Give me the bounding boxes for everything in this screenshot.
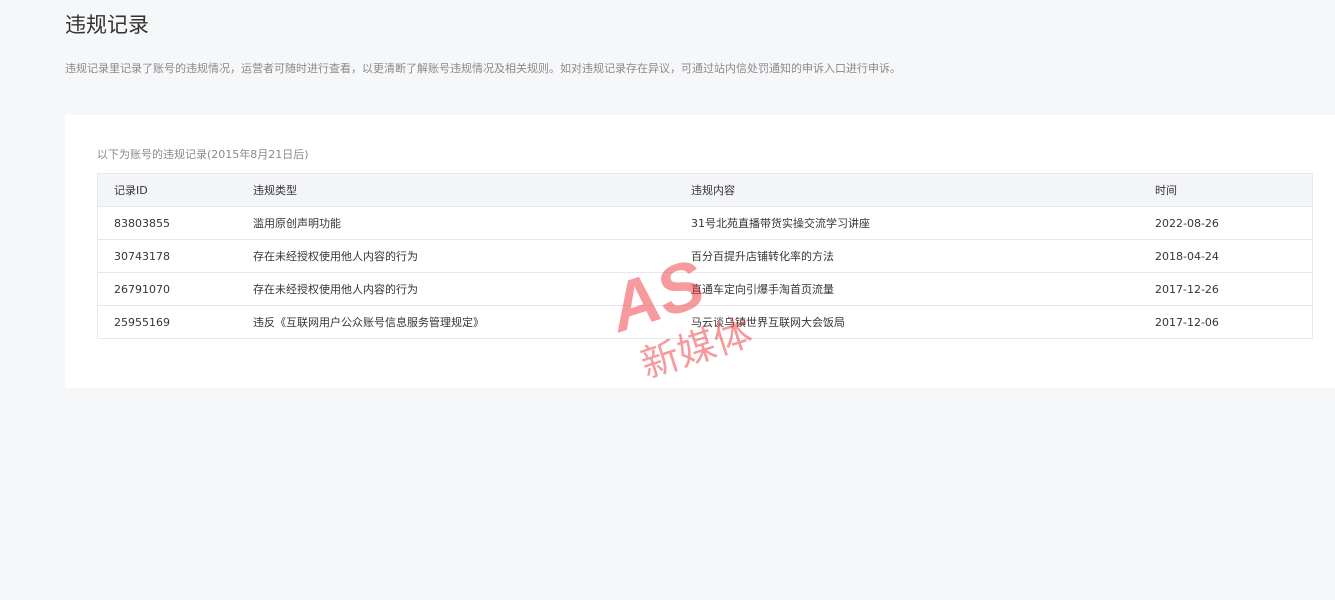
header-violation-content: 违规内容 — [691, 184, 735, 197]
record-id-cell: 25955169 — [114, 315, 170, 329]
record-id-cell: 83803855 — [114, 216, 170, 230]
time-cell: 2017-12-26 — [1155, 282, 1219, 296]
violation-type-cell: 存在未经授权使用他人内容的行为 — [253, 283, 418, 296]
page-title: 违规记录 — [65, 13, 149, 37]
header-violation-type: 违规类型 — [253, 184, 297, 197]
time-cell: 2022-08-26 — [1155, 216, 1219, 230]
record-id-cell: 30743178 — [114, 249, 170, 263]
table-row: 26791070 存在未经授权使用他人内容的行为 直通车定向引爆手淘首页流量 2… — [97, 272, 1313, 306]
table-row: 30743178 存在未经授权使用他人内容的行为 百分百提升店铺转化率的方法 2… — [97, 239, 1313, 273]
violation-records-table: 记录ID 违规类型 违规内容 时间 83803855 滥用原创声明功能 31号北… — [97, 173, 1313, 339]
header-time: 时间 — [1155, 184, 1177, 197]
violation-content-cell: 31号北苑直播带货实操交流学习讲座 — [691, 217, 870, 230]
violation-content-cell: 马云谈乌镇世界互联网大会饭局 — [691, 316, 845, 329]
table-row: 83803855 滥用原创声明功能 31号北苑直播带货实操交流学习讲座 2022… — [97, 206, 1313, 240]
header-record-id: 记录ID — [114, 184, 148, 197]
panel-caption: 以下为账号的违规记录(2015年8月21日后) — [97, 148, 309, 161]
table-header-row: 记录ID 违规类型 违规内容 时间 — [97, 173, 1313, 207]
time-cell: 2017-12-06 — [1155, 315, 1219, 329]
violation-records-panel: 以下为账号的违规记录(2015年8月21日后) 记录ID 违规类型 违规内容 时… — [65, 115, 1335, 388]
violation-type-cell: 存在未经授权使用他人内容的行为 — [253, 250, 418, 263]
page-description: 违规记录里记录了账号的违规情况，运营者可随时进行查看，以更清断了解账号违规情况及… — [65, 62, 901, 75]
violation-content-cell: 直通车定向引爆手淘首页流量 — [691, 283, 834, 296]
table-row: 25955169 违反《互联网用户公众账号信息服务管理规定》 马云谈乌镇世界互联… — [97, 305, 1313, 339]
violation-content-cell: 百分百提升店铺转化率的方法 — [691, 250, 834, 263]
record-id-cell: 26791070 — [114, 282, 170, 296]
violation-type-cell: 滥用原创声明功能 — [253, 217, 341, 230]
time-cell: 2018-04-24 — [1155, 249, 1219, 263]
violation-type-cell: 违反《互联网用户公众账号信息服务管理规定》 — [253, 316, 484, 329]
